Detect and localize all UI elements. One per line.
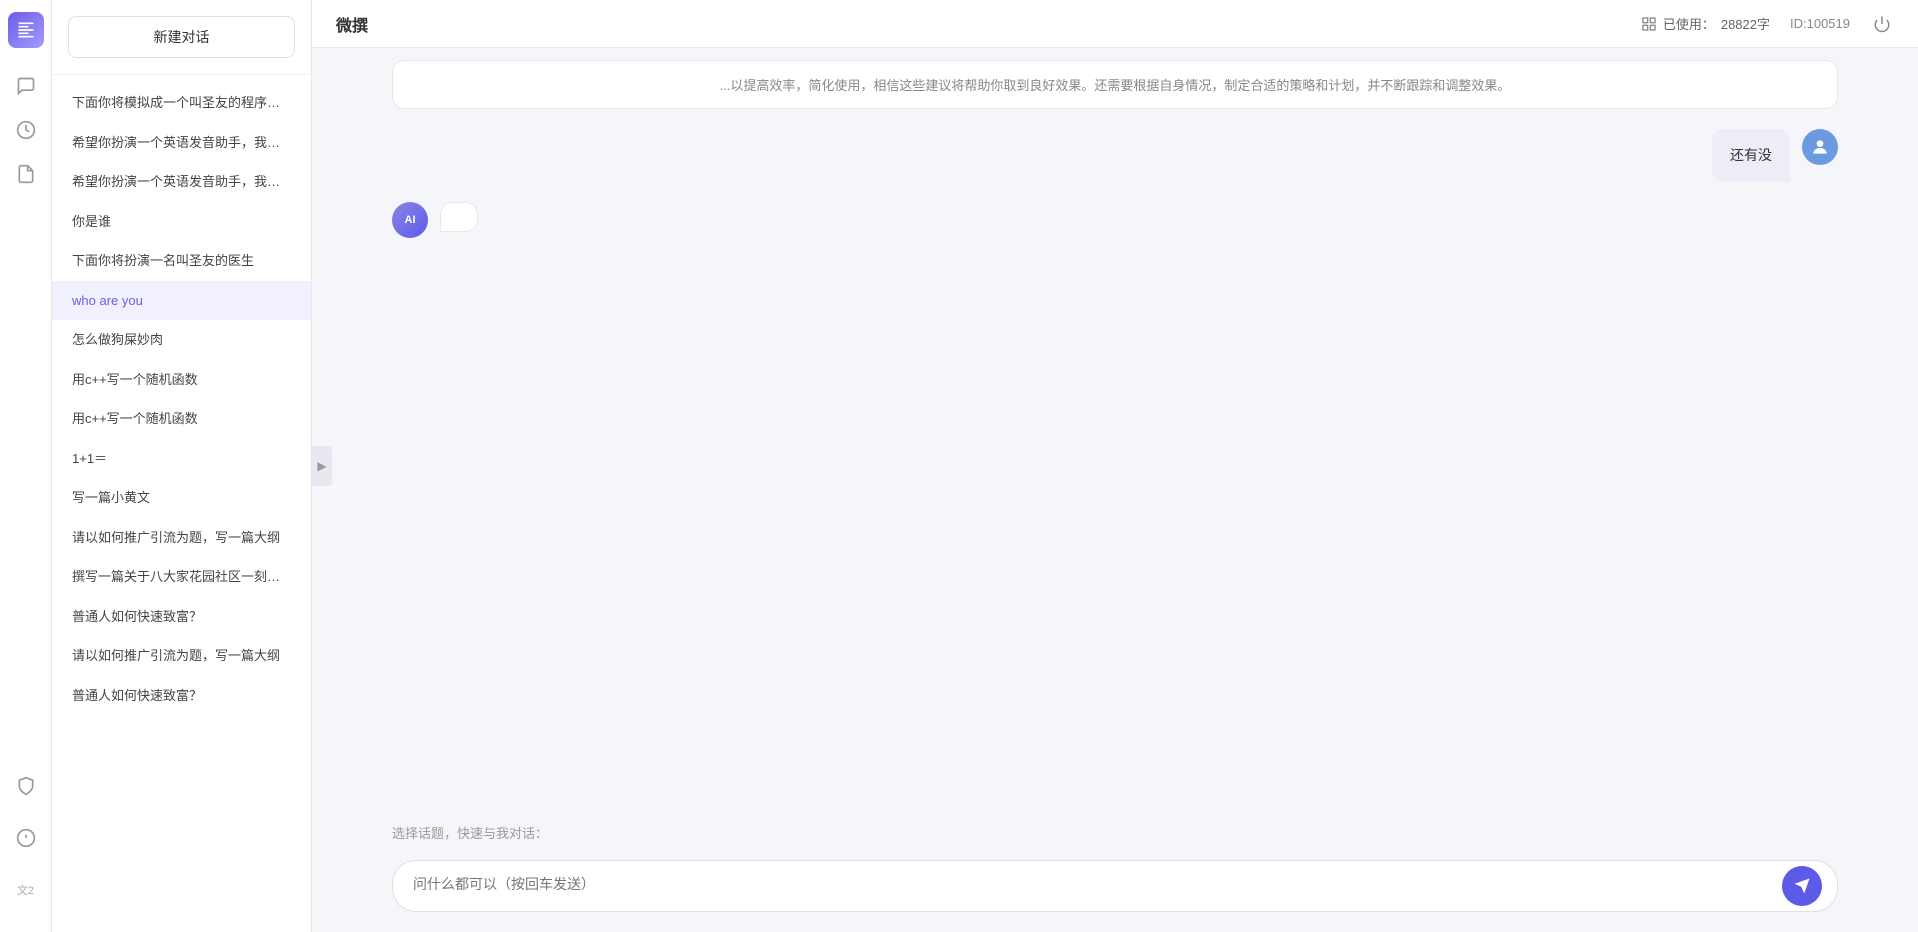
sidebar-item[interactable]: 下面你将扮演一名叫圣友的医生 <box>52 241 311 281</box>
sidebar-item-chat[interactable] <box>8 68 44 104</box>
usage-icon <box>1641 16 1657 32</box>
ai-avatar: AI <box>392 202 428 238</box>
sidebar-item[interactable]: 希望你扮演一个英语发音助手，我提供给你... <box>52 162 311 202</box>
power-button[interactable] <box>1870 12 1894 36</box>
sidebar-item[interactable]: 希望你扮演一个英语发音助手，我提供给你... <box>52 123 311 163</box>
sidebar-item[interactable]: 普通人如何快速致富？ <box>52 676 311 716</box>
sidebar-item[interactable]: 用c++写一个随机函数 <box>52 399 311 439</box>
sidebar-collapse-button[interactable]: ▶ <box>312 446 332 486</box>
sidebar-item[interactable]: 用c++写一个随机函数 <box>52 360 311 400</box>
ai-bubble <box>440 202 478 232</box>
chat-input[interactable] <box>392 860 1838 912</box>
truncated-message: ...以提高效率，简化使用，相信这些建议将帮助你取到良好效果。还需要根据自身情况… <box>392 60 1838 109</box>
icon-bar-bottom: 文2 <box>8 768 44 932</box>
sidebar-item-document[interactable] <box>8 156 44 192</box>
page-title: 微撰 <box>336 12 368 36</box>
message-row: AI <box>392 202 1838 238</box>
usage-count: 28822字 <box>1721 14 1770 33</box>
sidebar-item[interactable]: 写一篇小黄文 <box>52 478 311 518</box>
user-avatar <box>1802 129 1838 165</box>
quick-topics: 选择话题，快速与我对话： <box>312 813 1918 848</box>
sidebar-item[interactable]: 请以如何推广引流为题，写一篇大纲 <box>52 636 311 676</box>
user-id: ID:100519 <box>1790 16 1850 31</box>
sidebar-item[interactable]: 1+1＝ <box>52 439 311 479</box>
sidebar-item[interactable]: 普通人如何快速致富？ <box>52 597 311 637</box>
app-logo <box>8 12 44 48</box>
chat-area: ...以提高效率，简化使用，相信这些建议将帮助你取到良好效果。还需要根据自身情况… <box>312 0 1918 813</box>
main-content: 微撰 已使用： 28822字 ID:100519 ...以提高效率，简化使用，相… <box>312 0 1918 932</box>
sidebar-item-info[interactable] <box>8 820 44 856</box>
send-button[interactable] <box>1782 866 1822 906</box>
usage-label: 已使用： <box>1663 14 1715 33</box>
topbar: 微撰 已使用： 28822字 ID:100519 <box>312 0 1918 48</box>
icon-bar: 文2 <box>0 0 52 932</box>
sidebar-item[interactable]: 怎么做狗屎妙肉 <box>52 320 311 360</box>
user-bubble: 还有没 <box>1712 129 1790 182</box>
sidebar-item[interactable]: who are you <box>52 281 311 321</box>
sidebar-item[interactable]: 请以如何推广引流为题，写一篇大纲 <box>52 518 311 558</box>
sidebar-item[interactable]: 下面你将模拟成一个叫圣友的程序员，我说... <box>52 83 311 123</box>
sidebar-item-history[interactable] <box>8 112 44 148</box>
sidebar-item-shield[interactable] <box>8 768 44 804</box>
sidebar-item[interactable]: 撰写一篇关于八大家花园社区一刻钟便民生... <box>52 557 311 597</box>
sidebar-item[interactable]: 你是谁 <box>52 202 311 242</box>
sidebar-item-footer-text: 文2 <box>8 872 44 908</box>
topbar-right: 已使用： 28822字 ID:100519 <box>1641 12 1894 36</box>
message-row: 还有没 <box>392 129 1838 182</box>
new-chat-button[interactable]: 新建对话 <box>68 16 295 58</box>
usage-display: 已使用： 28822字 <box>1641 14 1770 33</box>
sidebar-header: 新建对话 <box>52 0 311 75</box>
sidebar: 新建对话 下面你将模拟成一个叫圣友的程序员，我说...希望你扮演一个英语发音助手… <box>52 0 312 932</box>
input-area <box>312 848 1918 932</box>
sidebar-list: 下面你将模拟成一个叫圣友的程序员，我说...希望你扮演一个英语发音助手，我提供给… <box>52 75 311 932</box>
